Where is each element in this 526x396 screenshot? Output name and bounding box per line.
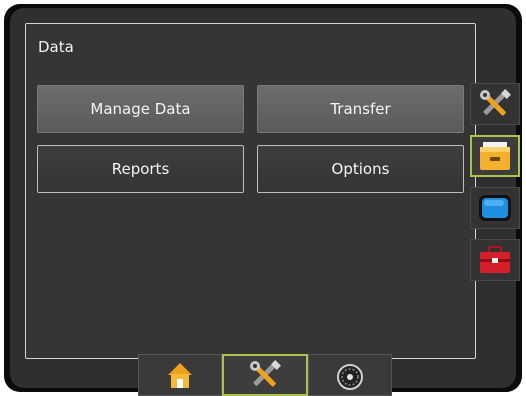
manage-data-button[interactable]: Manage Data [37,85,244,133]
tools-icon [247,360,283,390]
side-tab-toolbox[interactable] [470,239,520,281]
screen: Data Manage Data Transfer Reports Option… [10,8,516,388]
home-icon [165,360,195,390]
data-panel: Data Manage Data Transfer Reports Option… [25,23,476,359]
bottom-tab-tools[interactable] [222,354,308,396]
bottom-tab-home[interactable] [138,354,222,396]
options-button[interactable]: Options [257,145,464,193]
page-title: Data [38,38,74,56]
speedometer-icon [334,360,366,390]
toolbox-icon [477,244,513,276]
tools-icon [477,89,513,119]
side-tab-tools[interactable] [470,83,520,125]
display-monitor-icon [477,192,513,224]
reports-button[interactable]: Reports [37,145,244,193]
file-drawer-icon [477,140,513,172]
bottom-tab-gauge[interactable] [308,354,392,396]
transfer-button[interactable]: Transfer [257,85,464,133]
side-tab-data[interactable] [470,135,520,177]
side-tab-display[interactable] [470,187,520,229]
